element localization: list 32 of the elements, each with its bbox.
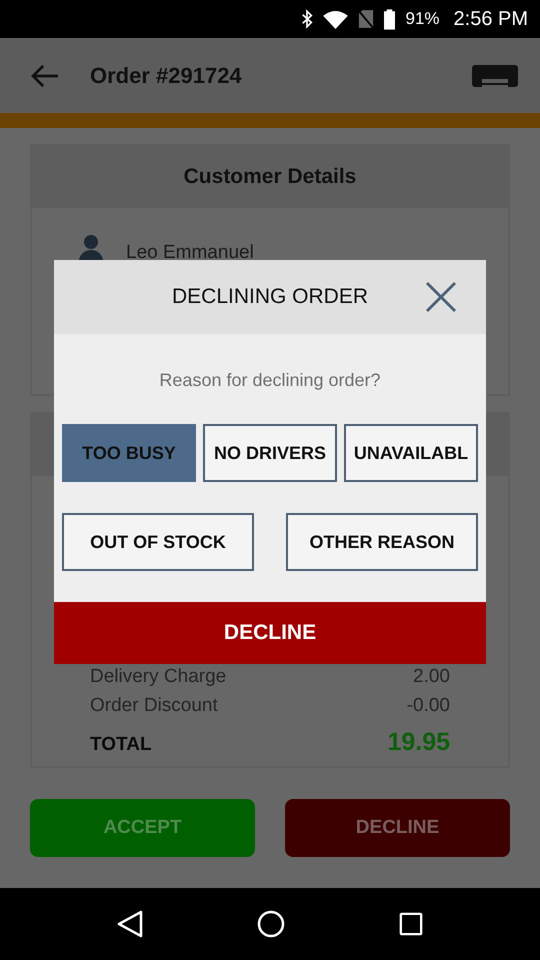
no-sim-icon [358, 9, 374, 29]
total-label: TOTAL [90, 734, 152, 756]
back-button[interactable] [30, 64, 60, 88]
reason-button[interactable]: UNAVAILABL [344, 424, 478, 482]
back-arrow-icon [30, 64, 60, 88]
screen-title: Order #291724 [90, 62, 243, 88]
prompt-text: Reason for declining order? [158, 370, 382, 391]
battery-icon [384, 8, 396, 30]
dialog-title: DECLINING ORDER [172, 285, 368, 309]
close-button[interactable] [425, 281, 457, 313]
back-nav-button[interactable] [117, 910, 143, 938]
reason-button[interactable]: NO DRIVERS [203, 424, 337, 482]
home-nav-button[interactable] [257, 910, 285, 938]
total-amount: 19.95 [387, 728, 450, 757]
circle-icon [257, 910, 285, 938]
clock: 2:56 PM [454, 8, 528, 30]
recents-nav-button[interactable] [399, 912, 423, 936]
bluetooth-icon [301, 9, 314, 29]
decline-confirm-button[interactable]: DECLINE [54, 602, 486, 664]
square-icon [399, 912, 423, 936]
wifi-icon [323, 10, 348, 28]
close-icon [425, 281, 457, 313]
reason-button[interactable]: OUT OF STOCK [62, 513, 254, 571]
summary-label: Delivery Charge [90, 666, 226, 688]
customer-name: Leo Emmanuel [126, 242, 254, 264]
summary-amount: -0.00 [406, 695, 450, 717]
summary-amount: 2.00 [413, 666, 450, 688]
triangle-icon [117, 910, 143, 938]
battery-percent: 91% [405, 9, 440, 29]
card-title: Customer Details [184, 165, 356, 189]
reason-button[interactable]: OTHER REASON [286, 513, 478, 571]
summary-label: Order Discount [90, 695, 218, 717]
